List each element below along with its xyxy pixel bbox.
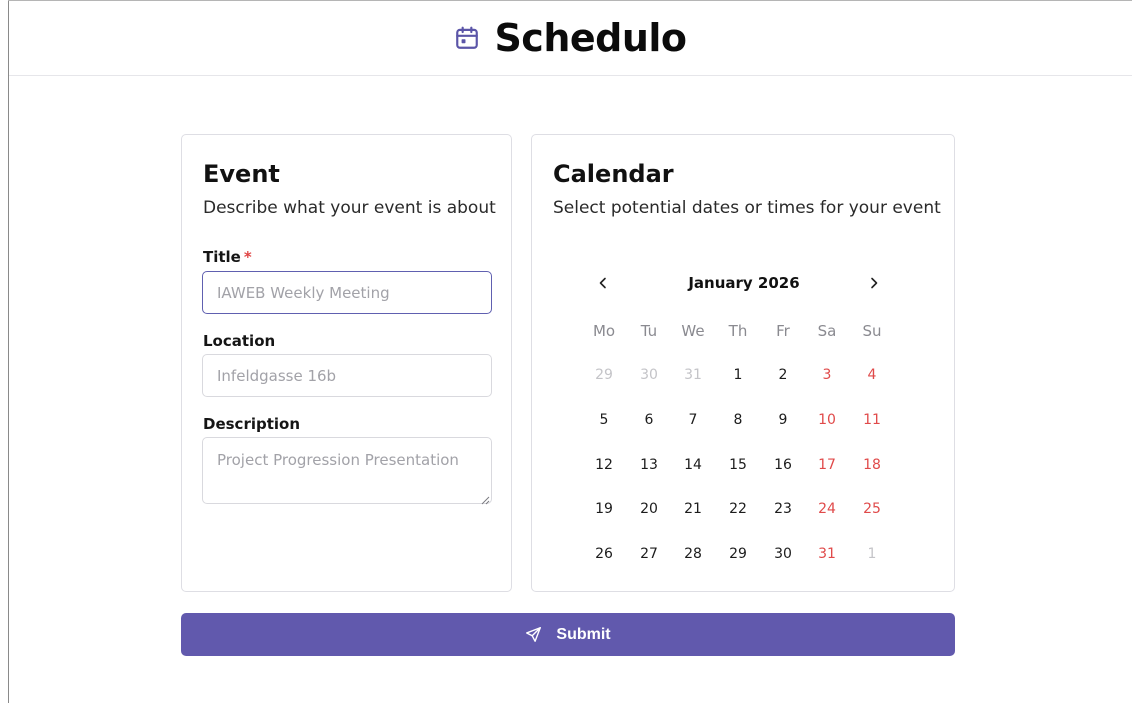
- calendar-day[interactable]: 29: [584, 360, 624, 390]
- calendar-day[interactable]: 17: [807, 450, 847, 480]
- weekday-label: Su: [862, 322, 882, 340]
- calendar-icon: [454, 25, 480, 51]
- calendar-day[interactable]: 14: [673, 450, 713, 480]
- calendar-day[interactable]: 6: [629, 405, 669, 435]
- chevron-left-icon[interactable]: [591, 271, 615, 295]
- calendar-day[interactable]: 29: [718, 539, 758, 569]
- calendar-day[interactable]: 30: [629, 360, 669, 390]
- calendar-day[interactable]: 9: [763, 405, 803, 435]
- calendar-day[interactable]: 2: [763, 360, 803, 390]
- calendar-day[interactable]: 19: [584, 494, 624, 524]
- weekday-label: Tu: [640, 322, 658, 340]
- calendar-day[interactable]: 5: [584, 405, 624, 435]
- calendar-day[interactable]: 7: [673, 405, 713, 435]
- weekday-label: Th: [728, 322, 748, 340]
- calendar-day[interactable]: 22: [718, 494, 758, 524]
- calendar-day[interactable]: 8: [718, 405, 758, 435]
- calendar-day[interactable]: 26: [584, 539, 624, 569]
- event-heading: Event: [203, 160, 280, 188]
- submit-button[interactable]: Submit: [181, 613, 955, 656]
- chevron-right-icon[interactable]: [862, 271, 886, 295]
- calendar-day[interactable]: 31: [807, 539, 847, 569]
- calendar-day[interactable]: 23: [763, 494, 803, 524]
- calendar-day[interactable]: 13: [629, 450, 669, 480]
- send-icon: [525, 626, 542, 643]
- title-label: Title *: [203, 248, 252, 266]
- app-header: Schedulo: [9, 1, 1132, 76]
- title-label-text: Title: [203, 248, 241, 266]
- weekday-label: We: [681, 322, 705, 340]
- calendar-card: Calendar Select potential dates or times…: [531, 134, 955, 592]
- calendar-day[interactable]: 12: [584, 450, 624, 480]
- event-card: Event Describe what your event is about …: [181, 134, 512, 592]
- calendar-day[interactable]: 15: [718, 450, 758, 480]
- calendar-day[interactable]: 30: [763, 539, 803, 569]
- weekday-label: Fr: [776, 322, 790, 340]
- description-textarea[interactable]: [202, 437, 492, 504]
- calendar-day[interactable]: 18: [852, 450, 892, 480]
- calendar-subtitle: Select potential dates or times for your…: [553, 198, 941, 218]
- calendar-day[interactable]: 24: [807, 494, 847, 524]
- resize-handle-icon[interactable]: [480, 490, 490, 505]
- calendar-day[interactable]: 11: [852, 405, 892, 435]
- calendar-day[interactable]: 27: [629, 539, 669, 569]
- calendar-day[interactable]: 10: [807, 405, 847, 435]
- event-subtitle: Describe what your event is about: [203, 198, 496, 218]
- calendar-day[interactable]: 25: [852, 494, 892, 524]
- calendar-heading: Calendar: [553, 160, 674, 188]
- weekday-label: Sa: [817, 322, 837, 340]
- required-mark: *: [243, 248, 252, 266]
- calendar-day[interactable]: 21: [673, 494, 713, 524]
- calendar-day[interactable]: 1: [718, 360, 758, 390]
- description-label: Description: [203, 415, 301, 433]
- calendar-day[interactable]: 28: [673, 539, 713, 569]
- submit-label: Submit: [556, 625, 611, 643]
- app-title: Schedulo: [494, 16, 687, 60]
- weekday-label: Mo: [592, 322, 616, 340]
- calendar-day[interactable]: 1: [852, 539, 892, 569]
- calendar-day[interactable]: 4: [852, 360, 892, 390]
- title-input[interactable]: [202, 271, 492, 314]
- location-label: Location: [203, 332, 276, 350]
- location-input[interactable]: [202, 354, 492, 397]
- calendar-day[interactable]: 16: [763, 450, 803, 480]
- calendar-day[interactable]: 20: [629, 494, 669, 524]
- calendar-day[interactable]: 31: [673, 360, 713, 390]
- calendar-day[interactable]: 3: [807, 360, 847, 390]
- month-navigation: January 2026: [532, 271, 956, 295]
- window-left-edge: [8, 0, 9, 703]
